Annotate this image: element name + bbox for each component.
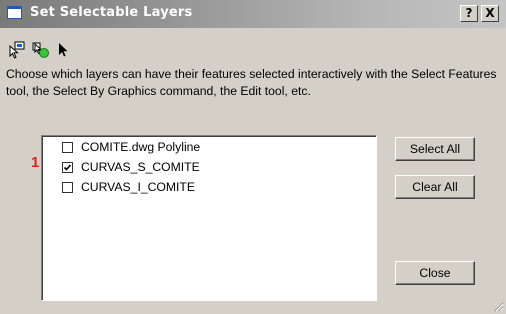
clear-all-button[interactable]: Clear All [395, 175, 475, 199]
title-bar[interactable]: Set Selectable Layers ? X [0, 0, 506, 28]
help-button[interactable]: ? [460, 5, 478, 22]
layer-label: COMITE.dwg Polyline [81, 140, 201, 154]
window-icon [7, 6, 22, 19]
checkmark-icon [63, 164, 72, 171]
instructions-text: Choose which layers can have their featu… [6, 67, 497, 98]
select-by-graphics-icon [31, 40, 51, 60]
layer-checkbox-checked[interactable] [62, 162, 73, 173]
layer-label: CURVAS_S_COMITE [81, 160, 200, 174]
layer-checkbox[interactable] [62, 182, 73, 193]
select-all-button[interactable]: Select All [395, 137, 475, 161]
layer-label: CURVAS_I_COMITE [81, 180, 196, 194]
annotation-marker: 1 [31, 154, 40, 171]
close-window-button[interactable]: X [481, 5, 499, 22]
select-features-icon [8, 40, 28, 60]
close-button[interactable]: Close [395, 261, 475, 285]
layers-listbox[interactable]: COMITE.dwg Polyline CURVAS_S_COMITE CURV… [41, 135, 377, 301]
set-selectable-layers-dialog: Set Selectable Layers ? X Choose which l… [0, 0, 506, 314]
edit-tool-icon [54, 40, 74, 60]
window-title: Set Selectable Layers [30, 5, 193, 20]
resize-grip-icon[interactable] [494, 302, 504, 312]
layer-checkbox[interactable] [62, 142, 73, 153]
